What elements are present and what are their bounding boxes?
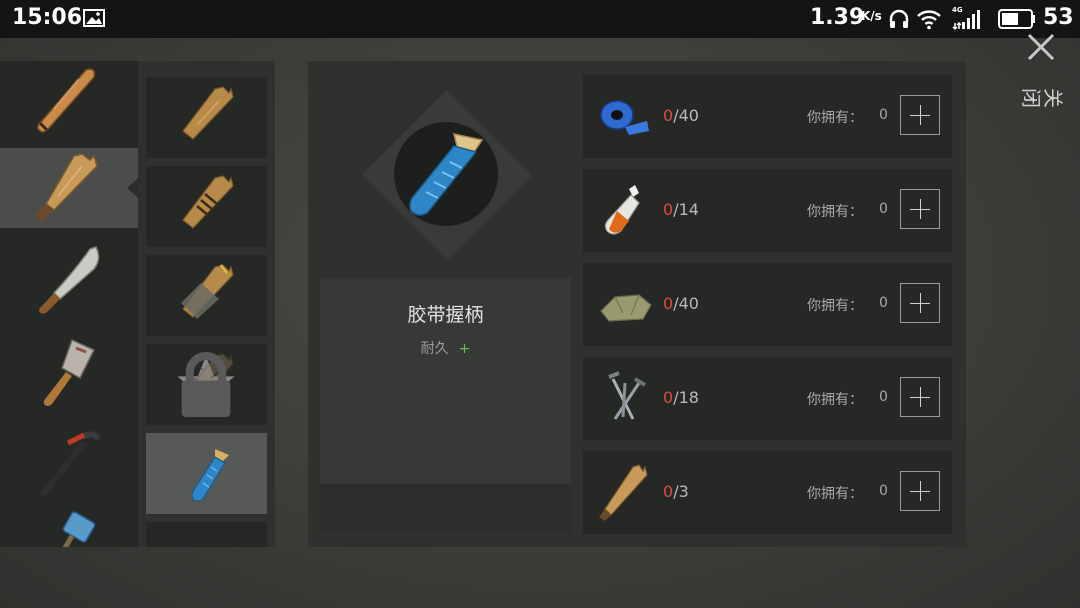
cloth-icon [600, 294, 652, 322]
plank-icon [182, 86, 234, 140]
crowbar-icon [39, 431, 101, 497]
item-info-panel: 胶带握柄 耐久 + [320, 278, 571, 533]
variant-item-plank[interactable] [146, 77, 267, 158]
machete-icon [39, 246, 100, 314]
owned-label: 你拥有： [807, 392, 863, 408]
owned-value: 0 [879, 201, 888, 217]
wired-plank-icon [182, 175, 234, 229]
duct-tape-icon [600, 100, 649, 135]
wood-plank-icon [599, 464, 648, 521]
cleaver-icon [43, 338, 96, 406]
tape-handle-icon [191, 449, 229, 502]
requirement-count: 0/40 [663, 294, 699, 313]
requirement-count: 0/18 [663, 388, 699, 407]
add-glue-button[interactable] [900, 189, 940, 229]
add-wood-plank-button[interactable] [900, 471, 940, 511]
wooden-club-icon [34, 153, 98, 222]
nails-icon [608, 371, 647, 420]
wifi-icon [917, 10, 941, 30]
status-bar: 15:06 1.39 K/s 4G 53 [0, 0, 1080, 38]
network-speed: 1.39 [810, 5, 865, 30]
stat-label: 耐久 [420, 341, 449, 357]
stat-plus: + [458, 341, 471, 357]
owned-label: 你拥有： [807, 486, 863, 502]
owned-value: 0 [879, 295, 888, 311]
variant-item-wired-plank[interactable] [146, 166, 267, 247]
item-info-footer [320, 484, 571, 533]
glue-bottle-icon [604, 185, 640, 235]
variant-item-tape-handle[interactable] [146, 433, 267, 514]
selection-arrow [127, 178, 138, 198]
owned-value: 0 [879, 483, 888, 499]
requirement-count: 0/3 [663, 482, 689, 501]
requirement-count: 0/40 [663, 106, 699, 125]
add-duct-tape-button[interactable] [900, 95, 940, 135]
close-icon[interactable] [1024, 30, 1058, 64]
add-cloth-button[interactable] [900, 283, 940, 323]
weapon-item-machete[interactable] [0, 241, 138, 321]
clock: 15:06 [12, 5, 83, 30]
battery-icon [998, 9, 1035, 29]
weapon-item-baseball-bat[interactable] [0, 61, 138, 141]
headphones-icon [889, 9, 909, 28]
lock-icon [181, 352, 231, 417]
item-name: 胶带握柄 [407, 304, 484, 326]
requirement-row-glue: 0/14 你拥有： 0 [583, 169, 952, 252]
plank-icon [171, 530, 241, 547]
variant-item-spiked-plank[interactable] [146, 344, 267, 425]
image-icon [83, 9, 105, 27]
requirement-row-nails: 0/18 你拥有： 0 [583, 357, 952, 440]
weapon-item-sledgehammer[interactable] [0, 506, 138, 547]
requirement-count: 0/14 [663, 200, 699, 219]
owned-label: 你拥有： [807, 298, 863, 314]
battery-level: 53 [1043, 5, 1074, 30]
requirement-row-duct-tape: 0/40 你拥有： 0 [583, 75, 952, 158]
network-speed-unit: K/s [861, 9, 882, 23]
reinforced-plank-icon [181, 264, 234, 319]
weapon-item-crowbar[interactable] [0, 427, 138, 507]
owned-value: 0 [879, 389, 888, 405]
requirement-row-cloth: 0/40 你拥有： 0 [583, 263, 952, 346]
network-type: 4G [952, 6, 963, 14]
sledgehammer-icon [62, 511, 96, 547]
baseball-bat-icon [37, 68, 96, 133]
weapon-item-cleaver[interactable] [0, 334, 138, 414]
owned-label: 你拥有： [807, 110, 863, 126]
variant-list [138, 61, 275, 547]
variant-item-reinforced-plank[interactable] [146, 255, 267, 336]
weapon-category-list [0, 61, 138, 547]
add-nails-button[interactable] [900, 377, 940, 417]
variant-item-next[interactable] [146, 522, 267, 547]
owned-value: 0 [879, 107, 888, 123]
requirement-row-wood-plank: 0/3 你拥有： 0 [583, 451, 952, 534]
weapon-item-wooden-club[interactable] [0, 148, 138, 228]
owned-label: 你拥有： [807, 204, 863, 220]
item-stat: 耐久 + [320, 338, 571, 358]
item-preview [362, 90, 532, 260]
close-label[interactable]: 关闭 [1019, 78, 1065, 122]
